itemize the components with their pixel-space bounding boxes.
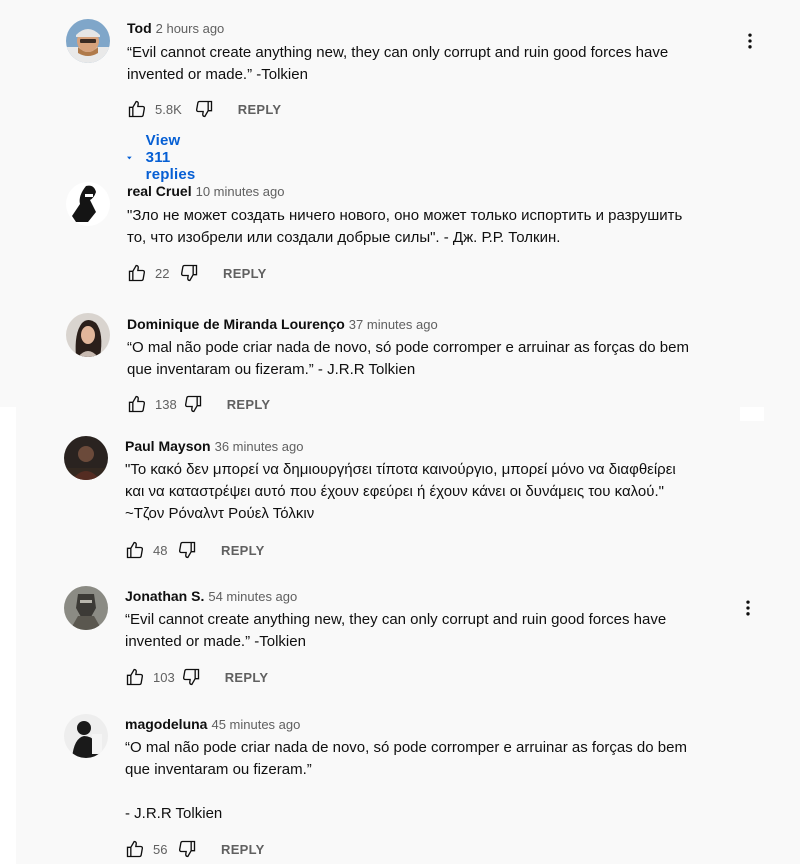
comment-text: “Evil cannot create anything new, they c… <box>125 611 667 650</box>
comment-author[interactable]: real Cruel <box>127 183 192 199</box>
reply-button[interactable]: REPLY <box>221 842 265 857</box>
like-count: 56 <box>153 841 168 857</box>
comment-header: Paul Mayson 36 minutes ago <box>125 437 304 456</box>
view-replies-label: View 311 replies <box>145 132 196 183</box>
reply-button[interactable]: REPLY <box>221 543 265 558</box>
like-count: 48 <box>153 542 168 558</box>
more-actions-icon[interactable] <box>736 596 760 620</box>
dislike-icon[interactable] <box>179 263 199 283</box>
comment-text: "Зло не может создать ничего нового, оно… <box>127 207 683 246</box>
comment-actions: 5.8K REPLY <box>127 97 281 121</box>
comment-timestamp[interactable]: 45 minutes ago <box>211 717 300 732</box>
avatar-dark-scene-icon[interactable] <box>64 436 108 480</box>
dislike-icon[interactable] <box>177 839 197 859</box>
reply-button[interactable]: REPLY <box>227 397 271 412</box>
dislike-icon[interactable] <box>181 667 201 687</box>
comment-header: Tod 2 hours ago <box>127 19 224 38</box>
like-icon[interactable] <box>127 99 147 119</box>
comment-actions: 103 REPLY <box>125 665 268 689</box>
avatar-knight-icon[interactable] <box>64 586 108 630</box>
like-count: 103 <box>153 669 175 685</box>
like-count: 5.8K <box>155 101 182 117</box>
comment-timestamp[interactable]: 54 minutes ago <box>208 589 297 604</box>
comment-text: “O mal não pode criar nada de novo, só p… <box>125 739 687 822</box>
comment-actions: 22 REPLY <box>127 261 267 285</box>
caret-down-icon <box>127 156 132 159</box>
comment-actions: 48 REPLY <box>125 538 265 562</box>
like-icon[interactable] <box>127 263 147 283</box>
like-count: 22 <box>155 265 170 281</box>
like-icon[interactable] <box>125 540 145 560</box>
comment-author[interactable]: Paul Mayson <box>125 438 211 454</box>
like-icon[interactable] <box>125 839 145 859</box>
comment-timestamp[interactable]: 2 hours ago <box>156 21 225 36</box>
comment-timestamp[interactable]: 36 minutes ago <box>215 439 304 454</box>
more-actions-icon[interactable] <box>738 29 762 53</box>
comment-author[interactable]: magodeluna <box>125 716 207 732</box>
like-count: 138 <box>155 396 177 412</box>
comment-timestamp[interactable]: 37 minutes ago <box>349 317 438 332</box>
comment-timestamp[interactable]: 10 minutes ago <box>196 184 285 199</box>
reply-button[interactable]: REPLY <box>238 102 282 117</box>
comment-author[interactable]: Jonathan S. <box>125 588 204 604</box>
comment-text: "Το κακό δεν μπορεί να δημιουργήσει τίπο… <box>125 461 676 522</box>
avatar-woman-icon[interactable] <box>66 313 110 357</box>
like-icon[interactable] <box>125 667 145 687</box>
avatar-silhouette-icon[interactable] <box>64 714 108 758</box>
view-replies-button[interactable]: View 311 replies <box>127 132 201 183</box>
comment-header: magodeluna 45 minutes ago <box>125 715 300 734</box>
like-icon[interactable] <box>127 394 147 414</box>
comment-header: Jonathan S. 54 minutes ago <box>125 587 297 606</box>
avatar-man-cap-icon[interactable] <box>66 19 110 63</box>
comment-text: “O mal não pode criar nada de novo, só p… <box>127 339 689 378</box>
reply-button[interactable]: REPLY <box>223 266 267 281</box>
comment-header: Dominique de Miranda Lourenço 37 minutes … <box>127 315 438 334</box>
dislike-icon[interactable] <box>177 540 197 560</box>
comment-author[interactable]: Tod <box>127 20 152 36</box>
comment-text: “Evil cannot create anything new, they c… <box>127 44 669 83</box>
reply-button[interactable]: REPLY <box>225 670 269 685</box>
comment-author[interactable]: Dominique de Miranda Lourenço <box>127 316 345 332</box>
avatar-figure-icon[interactable] <box>66 182 110 226</box>
dislike-icon[interactable] <box>183 394 203 414</box>
dislike-icon[interactable] <box>194 99 214 119</box>
comment-actions: 138 REPLY <box>127 392 270 416</box>
comment-actions: 56 REPLY <box>125 837 265 861</box>
comment-header: real Cruel 10 minutes ago <box>127 182 285 201</box>
